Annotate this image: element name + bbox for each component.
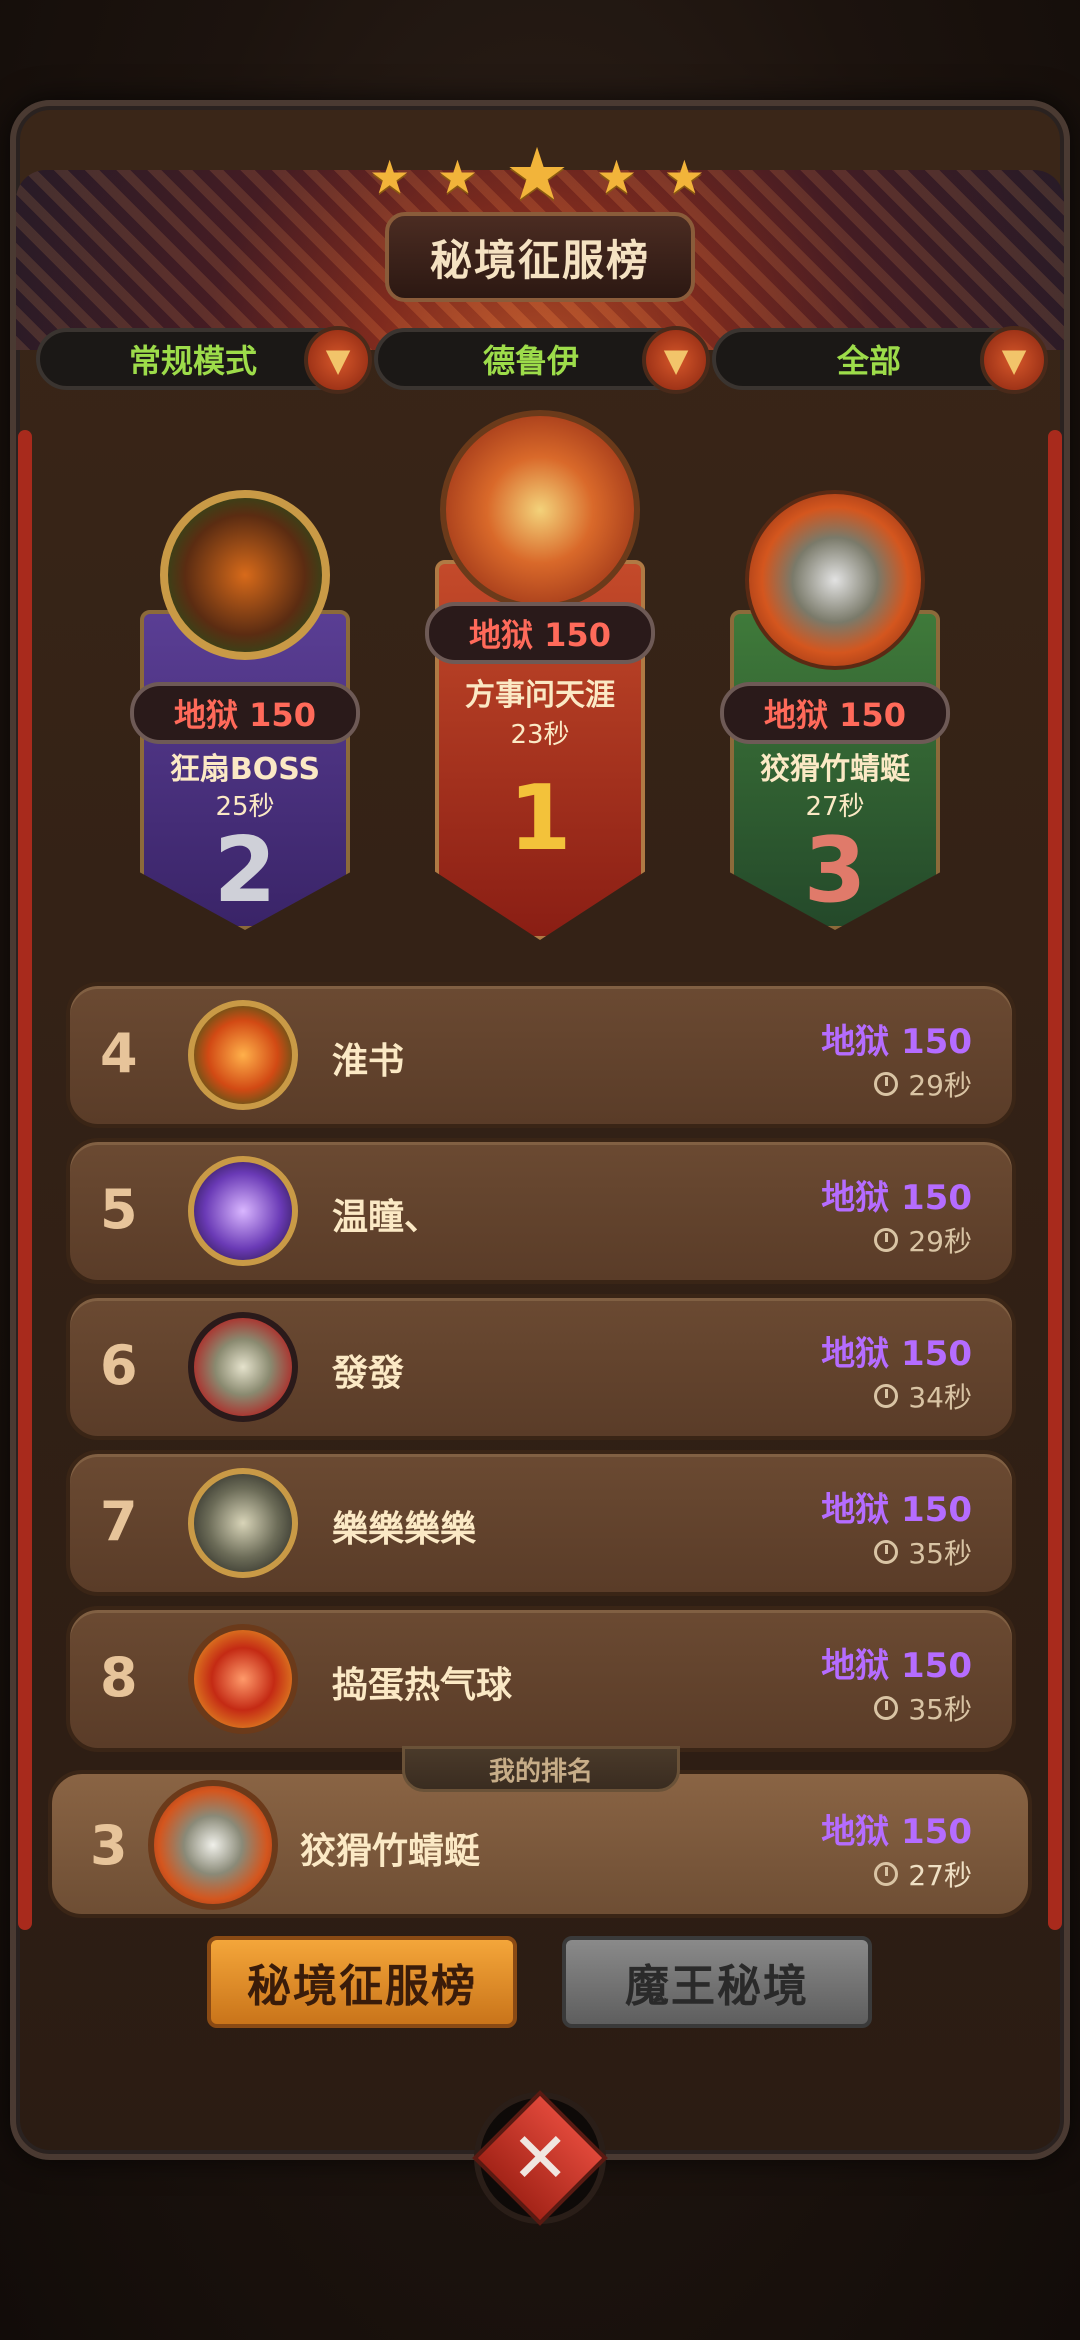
chevron-down-icon[interactable]: ▼ — [980, 326, 1048, 394]
chevron-down-icon[interactable]: ▼ — [642, 326, 710, 394]
my-rank-row[interactable]: 3 狡猾竹蜻蜓 地狱 150 27秒 — [48, 1770, 1032, 1918]
row-name: 捣蛋热气球 — [332, 1665, 513, 1706]
scope-filter[interactable]: 全部 ▼ — [712, 326, 1048, 394]
podium-second[interactable]: 地狱 150 狂扇BOSS 25秒 2 — [130, 490, 360, 930]
podium-rank: 2 — [213, 818, 277, 923]
podium-name: 狡猾竹蜻蜓 — [760, 752, 910, 787]
row-name: 温瞳、 — [332, 1197, 441, 1238]
ranking-list[interactable]: 4 淮书 地狱 150 29秒 5 温瞳、 地狱 150 29秒 6 發發 地狱… — [66, 982, 1016, 1762]
mode-filter[interactable]: 常规模式 ▼ — [36, 326, 372, 394]
podium-level: 地狱 150 — [425, 602, 655, 664]
podium-name: 狂扇BOSS — [169, 752, 321, 787]
row-time: 29秒 — [874, 1220, 972, 1260]
row-time: 34秒 — [874, 1376, 972, 1416]
row-level: 地狱 150 — [821, 1646, 972, 1686]
podium-third[interactable]: 地狱 150 狡猾竹蜻蜓 27秒 3 — [720, 490, 950, 930]
podium-rank: 1 — [508, 766, 572, 871]
row-time: 35秒 — [874, 1532, 972, 1572]
row-time: 27秒 — [874, 1854, 972, 1894]
tab-demon-king-realm[interactable]: 魔王秘境 — [562, 1936, 872, 2028]
row-rank: 6 — [100, 1334, 138, 1397]
avatar — [188, 1312, 298, 1422]
row-rank: 8 — [100, 1646, 138, 1709]
right-rail-decoration — [1048, 430, 1062, 1930]
table-row[interactable]: 4 淮书 地狱 150 29秒 — [66, 982, 1016, 1128]
podium-rank: 3 — [803, 818, 867, 923]
podium-level: 地狱 150 — [720, 682, 950, 744]
row-level: 地狱 150 — [821, 1022, 972, 1062]
stars-decoration: ★ ★ ★ ★ ★ — [368, 132, 711, 216]
clock-icon — [874, 1072, 899, 1096]
class-filter[interactable]: 德鲁伊 ▼ — [374, 326, 710, 394]
podium-level: 地狱 150 — [130, 682, 360, 744]
avatar — [188, 1468, 298, 1578]
row-name: 樂樂樂樂 — [332, 1509, 477, 1550]
row-level: 地狱 150 — [821, 1334, 972, 1374]
tab-conquest-leaderboard[interactable]: 秘境征服榜 — [207, 1936, 517, 2028]
page-title: 秘境征服榜 — [385, 212, 695, 302]
row-rank: 7 — [100, 1490, 138, 1553]
row-name: 狡猾竹蜻蜓 — [300, 1831, 481, 1872]
row-time: 35秒 — [874, 1688, 972, 1728]
my-rank-label: 我的排名 — [402, 1746, 680, 1792]
avatar — [440, 410, 640, 610]
chevron-down-icon[interactable]: ▼ — [304, 326, 372, 394]
row-rank: 3 — [90, 1814, 128, 1877]
avatar — [188, 1000, 298, 1110]
row-level: 地狱 150 — [821, 1178, 972, 1218]
table-row[interactable]: 8 捣蛋热气球 地狱 150 35秒 — [66, 1606, 1016, 1752]
filter-row: 常规模式 ▼ 德鲁伊 ▼ 全部 ▼ — [36, 326, 1048, 394]
row-level: 地狱 150 — [821, 1812, 972, 1852]
clock-icon — [874, 1696, 899, 1720]
avatar — [188, 1624, 298, 1734]
podium-name: 方事问天涯 — [465, 678, 615, 713]
clock-icon — [874, 1384, 899, 1408]
clock-icon — [874, 1540, 899, 1564]
avatar — [188, 1156, 298, 1266]
close-button[interactable]: ✕ — [472, 2090, 608, 2226]
row-rank: 5 — [100, 1178, 138, 1241]
avatar — [160, 490, 330, 660]
clock-icon — [874, 1228, 899, 1252]
clock-icon — [874, 1862, 899, 1886]
table-row[interactable]: 5 温瞳、 地狱 150 29秒 — [66, 1138, 1016, 1284]
podium-time: 23秒 — [510, 720, 570, 750]
row-level: 地狱 150 — [821, 1490, 972, 1530]
row-rank: 4 — [100, 1022, 138, 1085]
avatar — [148, 1780, 278, 1910]
row-time: 29秒 — [874, 1064, 972, 1104]
left-rail-decoration — [18, 430, 32, 1930]
avatar — [745, 490, 925, 670]
row-name: 淮书 — [332, 1041, 405, 1082]
table-row[interactable]: 7 樂樂樂樂 地狱 150 35秒 — [66, 1450, 1016, 1596]
row-name: 發發 — [332, 1353, 405, 1394]
table-row[interactable]: 6 發發 地狱 150 34秒 — [66, 1294, 1016, 1440]
podium-first[interactable]: 地狱 150 方事问天涯 23秒 1 — [425, 410, 655, 940]
